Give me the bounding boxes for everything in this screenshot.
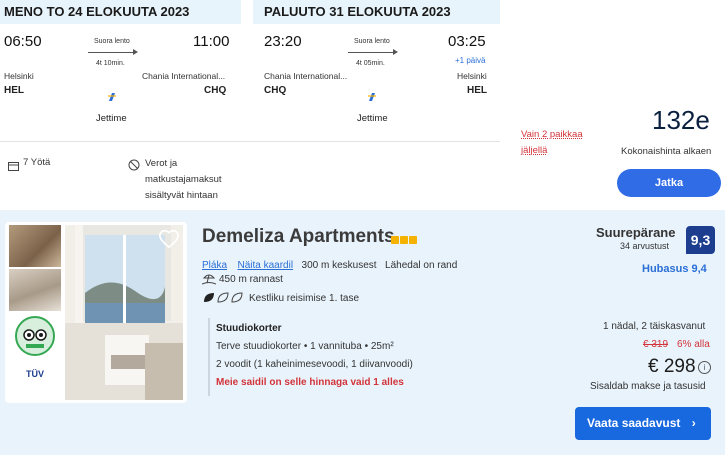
review-count[interactable]: 34 arvustust bbox=[620, 241, 669, 251]
distance-beach: 450 m rannast bbox=[219, 274, 283, 285]
outbound-arrow-icon bbox=[88, 49, 138, 55]
airline-logo-icon bbox=[366, 90, 378, 102]
nights: 7 Yötä bbox=[23, 157, 51, 168]
rating-score-badge: 9,3 bbox=[686, 226, 715, 254]
room-details: Terve stuudiokorter • 1 vannituba • 25m² bbox=[216, 341, 394, 352]
seats-line: jäljellä bbox=[521, 145, 548, 156]
stay-summary: 1 nädal, 2 täiskasvanut bbox=[603, 321, 706, 332]
outbound-header: MENO TO 24 ELOKUUTA 2023 bbox=[0, 0, 241, 24]
beach-icon bbox=[201, 272, 217, 285]
outbound-dest-code: CHQ bbox=[204, 85, 227, 96]
tuv-badge-icon: TÜV bbox=[26, 369, 44, 379]
sustainability-leaves-icon bbox=[202, 291, 246, 304]
return-plus-day: +1 päivä bbox=[455, 56, 486, 65]
discount-label: 6% alla bbox=[677, 339, 710, 350]
star-icon bbox=[409, 236, 417, 244]
star-icon bbox=[400, 236, 408, 244]
return-arrive-time: 03:25 bbox=[448, 33, 486, 50]
outbound-dest-city: Chania International... bbox=[142, 71, 226, 81]
see-availability-button[interactable]: Vaata saadavust › bbox=[575, 407, 711, 440]
location-score: Hubasus 9,4 bbox=[642, 263, 707, 275]
star-rating bbox=[391, 231, 418, 249]
hotel-main-photo[interactable] bbox=[65, 225, 183, 400]
star-icon bbox=[391, 236, 399, 244]
thumbnail-image[interactable] bbox=[9, 269, 61, 311]
thumbnail-image[interactable] bbox=[9, 225, 61, 267]
distance-center: 300 m keskusest bbox=[301, 260, 377, 271]
rating-word: Suurepärane bbox=[596, 225, 676, 240]
return-flight-type: Suora lento bbox=[354, 38, 390, 45]
return-header: PALUUTO 31 ELOKUUTA 2023 bbox=[253, 0, 500, 24]
room-title: Stuudiokorter bbox=[216, 323, 282, 334]
return-airline: Jettime bbox=[357, 113, 388, 124]
outbound-depart-time: 06:50 bbox=[4, 33, 42, 50]
return-arrow-icon bbox=[348, 49, 398, 55]
seats-line: Vain 2 paikkaa bbox=[521, 129, 583, 140]
taxes-line: Verot ja bbox=[145, 158, 178, 169]
price-note: Sisaldab makse ja tasusid bbox=[590, 381, 706, 392]
sustainability-level: Kestliku reisimise 1. tase bbox=[249, 293, 360, 304]
hotel-price: € 298 bbox=[648, 356, 696, 377]
info-icon[interactable]: i bbox=[698, 361, 711, 374]
taxes-line: sisältyvät hintaan bbox=[145, 190, 218, 201]
outbound-origin-code: HEL bbox=[4, 85, 24, 96]
chevron-right-icon: › bbox=[691, 416, 696, 430]
travelers-choice-badge-icon bbox=[15, 316, 55, 356]
package-price-label: Kokonaishinta alkaen bbox=[621, 146, 712, 157]
room-beds: 2 voodit (1 kaheinimesevoodi, 1 diivanvo… bbox=[216, 359, 413, 370]
package-price: 132e bbox=[652, 105, 710, 135]
return-dest-city: Helsinki bbox=[457, 71, 487, 81]
divider bbox=[0, 141, 500, 142]
outbound-arrive-time: 11:00 bbox=[193, 33, 230, 50]
return-dest-code: HEL bbox=[467, 85, 487, 96]
location-line: Pláka Näita kaardil 300 m keskusest Lähe… bbox=[202, 255, 457, 273]
old-price: € 319 bbox=[643, 339, 669, 350]
show-on-map-link[interactable]: Näita kaardil bbox=[237, 260, 293, 271]
seats-left[interactable]: Vain 2 paikkaa jäljellä bbox=[521, 127, 583, 159]
return-duration: 4t 05min. bbox=[356, 60, 385, 67]
continue-button[interactable]: Jatka bbox=[617, 169, 721, 197]
outbound-origin-city: Helsinki bbox=[4, 71, 34, 81]
favorite-heart-icon[interactable] bbox=[158, 228, 180, 250]
room-divider bbox=[208, 318, 210, 396]
see-availability-label: Vaata saadavust bbox=[587, 416, 681, 430]
return-origin-city: Chania International... bbox=[264, 71, 348, 81]
airline-logo-icon bbox=[106, 90, 118, 102]
no-fees-icon bbox=[128, 158, 140, 171]
hotel-name[interactable]: Demeliza Apartments bbox=[202, 226, 395, 248]
outbound-duration: 4t 10min. bbox=[96, 60, 125, 67]
return-origin-code: CHQ bbox=[264, 85, 287, 96]
last-room-warning: Meie saidil on selle hinnaga vaid 1 alle… bbox=[216, 377, 404, 388]
near-beach: Lähedal on rand bbox=[385, 260, 458, 271]
outbound-flight-type: Suora lento bbox=[94, 38, 130, 45]
area-link[interactable]: Pláka bbox=[202, 260, 227, 271]
outbound-airline: Jettime bbox=[96, 113, 127, 124]
taxes-line: matkustajamaksut bbox=[145, 174, 222, 185]
return-depart-time: 23:20 bbox=[264, 33, 302, 50]
calendar-icon bbox=[8, 158, 19, 171]
taxes-info: Verot ja matkustajamaksut sisältyvät hin… bbox=[145, 156, 222, 204]
